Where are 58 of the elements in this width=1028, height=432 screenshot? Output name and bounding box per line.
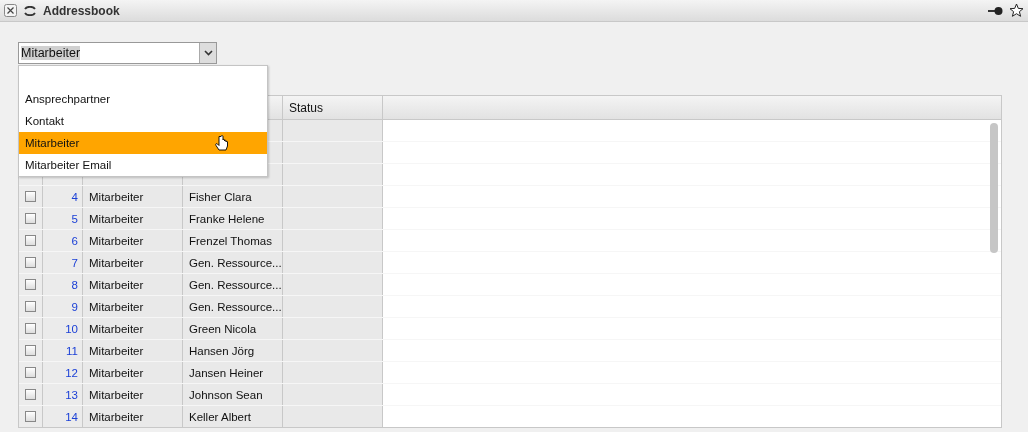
table-cell: Gen. Ressource... <box>183 296 283 317</box>
row-checkbox[interactable] <box>25 411 36 422</box>
row-checkbox[interactable] <box>25 191 36 202</box>
row-checkbox[interactable] <box>25 279 36 290</box>
table-cell: Mitarbeiter <box>83 252 183 273</box>
table-cell: Mitarbeiter <box>83 296 183 317</box>
column-header[interactable]: Status <box>283 96 383 119</box>
star-icon[interactable] <box>1009 3 1024 18</box>
table-cell: Hansen Jörg <box>183 340 283 361</box>
table-cell: Jansen Heiner <box>183 362 283 383</box>
table-cell: Mitarbeiter <box>83 208 183 229</box>
row-checkbox[interactable] <box>25 301 36 312</box>
table-cell: Mitarbeiter <box>83 362 183 383</box>
table-cell: Gen. Ressource... <box>183 252 283 273</box>
caret-icon <box>203 50 213 56</box>
row-checkbox[interactable] <box>25 389 36 400</box>
table-cell: Frenzel Thomas <box>183 230 283 251</box>
scrollbar-thumb[interactable] <box>990 123 998 253</box>
table-cell: Mitarbeiter <box>83 384 183 405</box>
table-cell: Mitarbeiter <box>83 318 183 339</box>
window-title: Addressbook <box>43 3 120 18</box>
type-combobox[interactable]: Mitarbeiter <box>18 42 217 64</box>
row-checkbox[interactable] <box>25 257 36 268</box>
table-cell: 4 <box>43 186 83 207</box>
row-checkbox[interactable] <box>25 345 36 356</box>
table-cell: Mitarbeiter <box>83 186 183 207</box>
dropdown-item[interactable]: Mitarbeiter Email <box>19 154 267 176</box>
close-icon[interactable] <box>4 4 17 17</box>
table-cell: 14 <box>43 406 83 427</box>
dropdown-item[interactable]: Ansprechpartner <box>19 88 267 110</box>
table-cell: 11 <box>43 340 83 361</box>
hand-cursor-icon <box>215 135 229 152</box>
table-cell: 9 <box>43 296 83 317</box>
refresh-icon[interactable] <box>23 5 37 16</box>
table-cell: Gen. Ressource... <box>183 274 283 295</box>
pin-icon[interactable] <box>987 5 1003 16</box>
table-cell: Mitarbeiter <box>83 406 183 427</box>
row-checkbox[interactable] <box>25 235 36 246</box>
table-cell: Mitarbeiter <box>83 340 183 361</box>
dropdown-item[interactable]: Kontakt <box>19 110 267 132</box>
table-cell: 8 <box>43 274 83 295</box>
table-cell: Mitarbeiter <box>83 274 183 295</box>
dropdown-item[interactable]: Mitarbeiter <box>19 132 267 154</box>
table-cell: 6 <box>43 230 83 251</box>
table-cell: 12 <box>43 362 83 383</box>
table-cell: 5 <box>43 208 83 229</box>
table-cell: 10 <box>43 318 83 339</box>
table-cell: Green Nicola <box>183 318 283 339</box>
table-cell: Fisher Clara <box>183 186 283 207</box>
row-checkbox[interactable] <box>25 323 36 334</box>
table-cell: 7 <box>43 252 83 273</box>
table-cell: 13 <box>43 384 83 405</box>
table-cell: Keller Albert <box>183 406 283 427</box>
table-cell: Franke Helene <box>183 208 283 229</box>
table-cell: Mitarbeiter <box>83 230 183 251</box>
row-checkbox[interactable] <box>25 213 36 224</box>
row-checkbox[interactable] <box>25 367 36 378</box>
table-cell: Johnson Sean <box>183 384 283 405</box>
